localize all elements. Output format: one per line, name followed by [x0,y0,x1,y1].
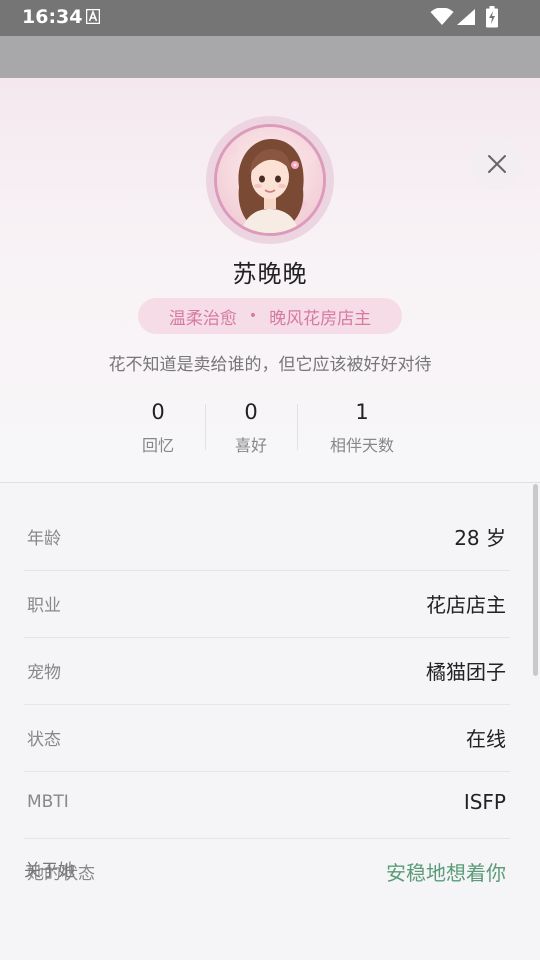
avatar[interactable] [214,124,326,236]
info-row-job: 职业 花店店主 [24,571,510,638]
info-row-pet: 宠物 橘猫团子 [24,638,510,705]
stats-bar: 0 回忆 0 喜好 1 相伴天数 [0,400,540,460]
persona-tag-trait: 温柔治愈 [168,308,237,329]
about-her-heading: 关于她 [24,861,75,881]
info-row-status: 状态 在线 [24,705,510,772]
dimmed-backdrop[interactable] [0,36,540,78]
info-key: 职业 [27,596,61,616]
close-button[interactable] [471,138,523,190]
info-value: 花店店主 [426,593,506,617]
stat-value: 0 [151,400,165,424]
info-row-age: 年龄 28 岁 [24,504,510,571]
info-list: 年龄 28 岁 职业 花店店主 宠物 橘猫团子 状态 在线 MBTI ISFP … [24,504,510,905]
stat-value: 0 [244,400,258,424]
info-key: MBTI [27,792,69,812]
persona-tag-role: 晚风花房店主 [269,308,372,329]
status-time: 16:34 [22,6,83,28]
profile-sheet: 苏晚晚 温柔治愈 • 晚风花房店主 花不知道是卖给谁的，但它应该被好好对待 0 … [0,78,540,960]
profile-quote: 花不知道是卖给谁的，但它应该被好好对待 [108,355,432,375]
signal-icon [457,9,475,25]
app-notification-icon [86,9,100,24]
stat-divider [205,404,206,450]
battery-charging-icon [486,6,498,28]
stat-memories[interactable]: 0 回忆 [128,400,188,456]
avatar-ring [206,116,334,244]
stat-days-together[interactable]: 1 相伴天数 [312,400,412,456]
info-key: 宠物 [27,663,61,683]
info-value: ISFP [463,790,506,814]
divider [0,482,540,483]
stat-label: 相伴天数 [329,436,394,455]
info-row-mbti: MBTI ISFP [24,772,510,839]
profile-name: 苏晚晚 [232,260,308,288]
avatar-portrait-icon [217,127,323,233]
close-icon [488,155,506,173]
stat-likes[interactable]: 0 喜好 [221,400,281,456]
info-value: 橘猫团子 [426,660,506,684]
info-row-her-mood: 她的状态 安稳地想着你 [24,839,510,905]
info-key: 状态 [27,730,61,750]
persona-tag: 温柔治愈 • 晚风花房店主 [138,298,402,334]
profile-header: 苏晚晚 温柔治愈 • 晚风花房店主 花不知道是卖给谁的，但它应该被好好对待 0 … [0,78,540,482]
persona-tag-separator: • [248,308,258,324]
scrollbar[interactable] [533,484,538,676]
stat-value: 1 [355,400,369,424]
info-key: 年龄 [27,529,61,549]
wifi-icon [430,8,454,25]
info-value: 28 岁 [454,526,506,550]
info-value: 在线 [466,727,506,751]
stat-divider [297,404,298,450]
info-value: 安稳地想着你 [386,861,506,885]
stat-label: 喜好 [234,436,267,455]
status-bar: 16:34 [0,0,540,36]
stat-label: 回忆 [141,436,174,455]
